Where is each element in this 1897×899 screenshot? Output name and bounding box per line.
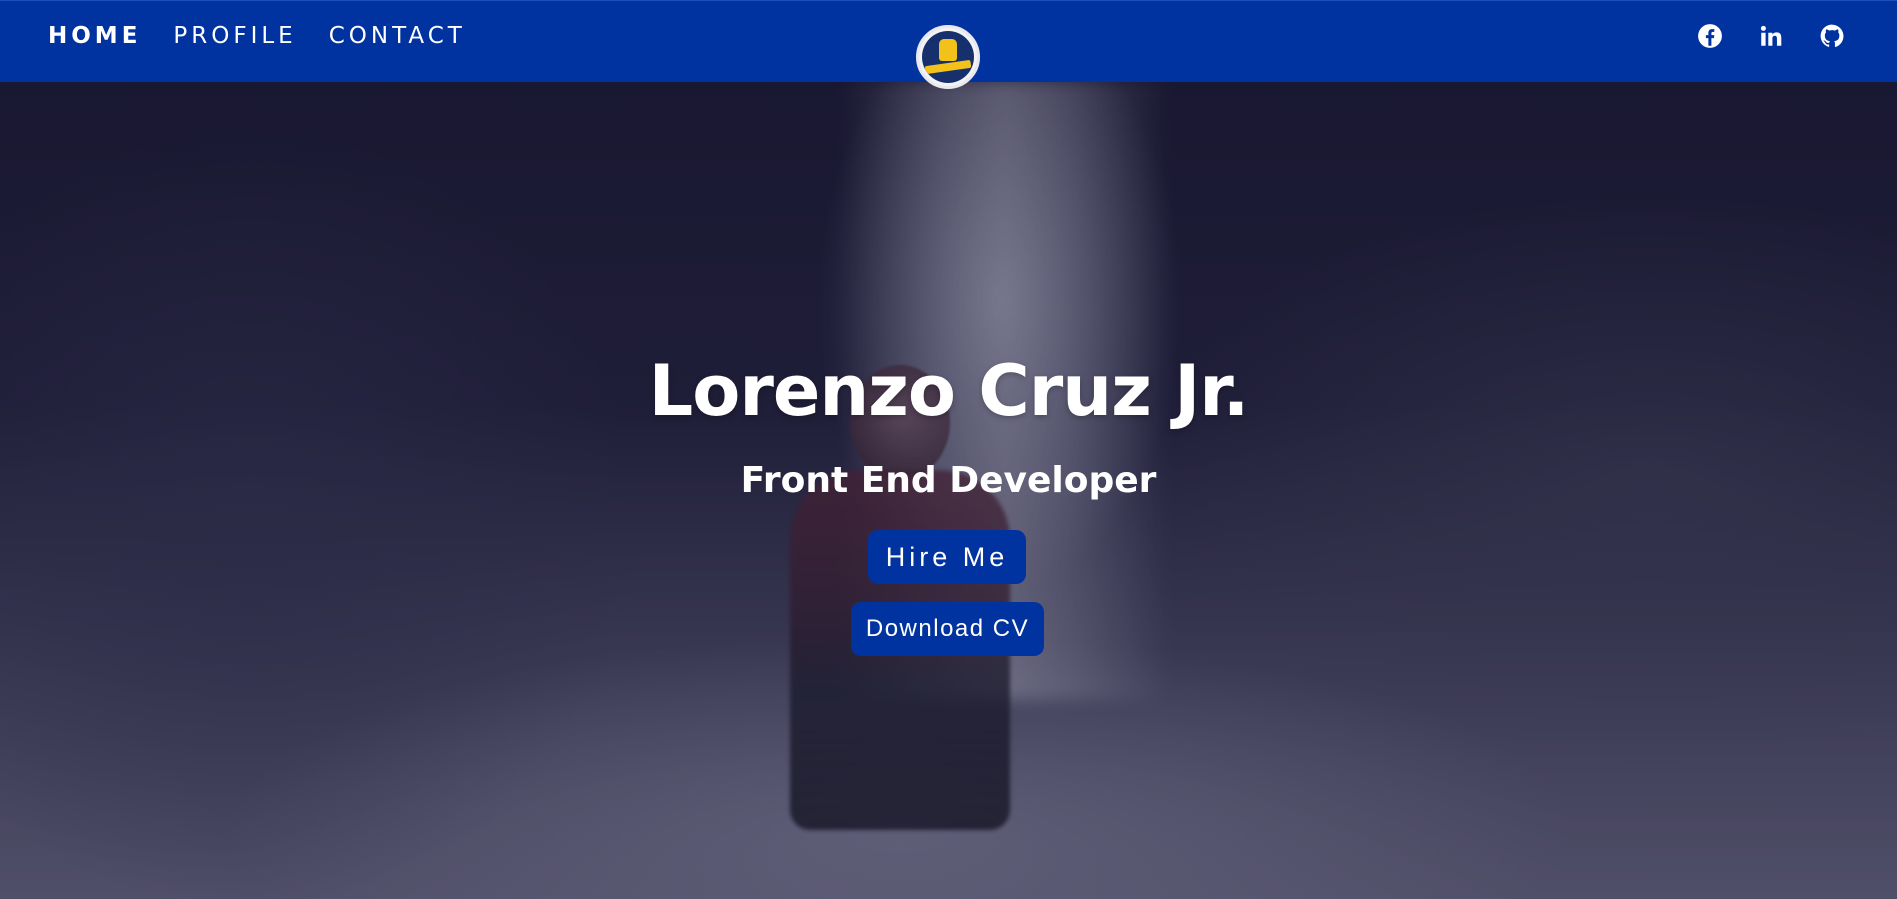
logo-banner [924, 59, 972, 75]
nav-home-link[interactable]: HOME [48, 23, 141, 49]
github-icon[interactable] [1819, 23, 1845, 49]
social-links [1697, 23, 1845, 49]
revolutionary-fist-logo-icon [922, 31, 974, 83]
site-logo[interactable] [916, 25, 980, 89]
download-cv-button[interactable]: Download CV [851, 602, 1044, 656]
nav-contact-link[interactable]: CONTACT [329, 23, 466, 49]
facebook-icon[interactable] [1697, 23, 1723, 49]
nav-profile-link[interactable]: PROFILE [173, 23, 296, 49]
linkedin-icon[interactable] [1758, 23, 1784, 49]
hero-name: Lorenzo Cruz Jr. [648, 350, 1250, 432]
nav-links: HOME PROFILE CONTACT [48, 23, 466, 49]
hero-content: Lorenzo Cruz Jr. Front End Developer Hir… [0, 0, 1897, 899]
fist-shape [939, 39, 957, 61]
hero-role: Front End Developer [740, 460, 1157, 501]
hire-me-button[interactable]: Hire Me [868, 530, 1026, 584]
